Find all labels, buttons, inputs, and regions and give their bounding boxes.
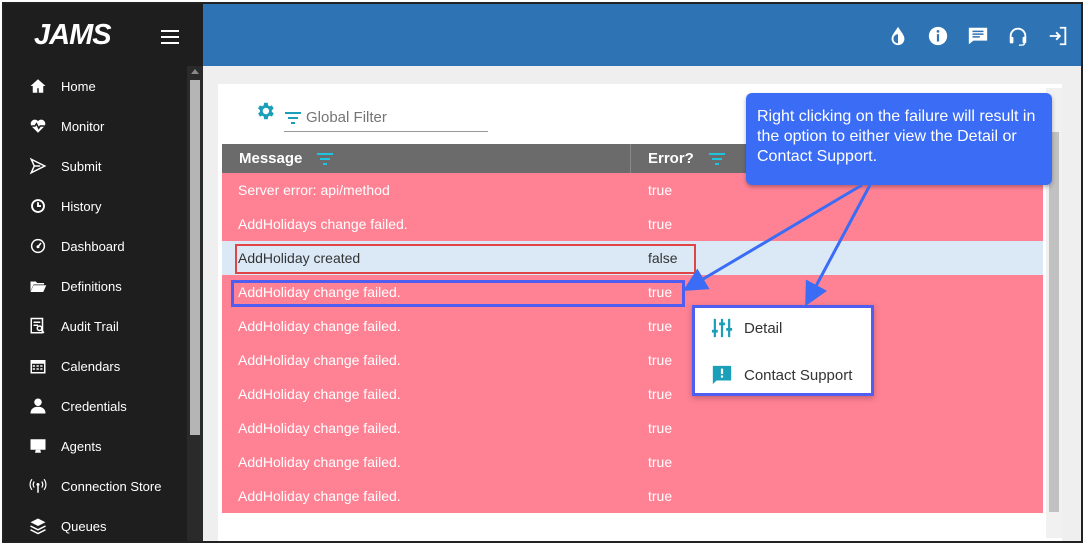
sidebar-item-audit-trail[interactable]: Audit Trail — [4, 306, 187, 346]
message-cell: AddHoliday change failed. — [238, 352, 401, 368]
info-icon[interactable] — [925, 24, 951, 48]
table-row[interactable]: AddHoliday change failed. true — [222, 445, 1043, 479]
header-icons — [885, 24, 1071, 48]
message-cell: Server error: api/method — [238, 182, 390, 198]
message-cell: AddHoliday change failed. — [238, 386, 401, 402]
monitor-icon — [28, 436, 48, 456]
menu-item-label: Detail — [744, 319, 783, 337]
gear-icon[interactable] — [254, 100, 276, 122]
sidebar: JAMS Home Monitor Submit History Dashboa… — [4, 4, 203, 541]
highlight-box-created-row — [235, 244, 696, 274]
audit-icon — [28, 316, 48, 336]
menu-item-contact-support[interactable]: Contact Support — [711, 362, 852, 388]
table-row[interactable]: AddHoliday change failed. true — [222, 309, 1043, 343]
sidebar-item-definitions[interactable]: Definitions — [4, 266, 187, 306]
sidebar-item-credentials[interactable]: Credentials — [4, 386, 187, 426]
sidebar-item-label: Audit Trail — [61, 318, 119, 334]
sliders-icon — [711, 317, 733, 339]
sidebar-item-monitor[interactable]: Monitor — [4, 106, 187, 146]
table-row[interactable]: AddHoliday change failed. true — [222, 411, 1043, 445]
column-filter-icon[interactable] — [708, 152, 726, 166]
table-row[interactable]: AddHolidays change failed. true — [222, 207, 1043, 241]
menu-item-detail[interactable]: Detail — [711, 315, 782, 341]
sidebar-item-connection-store[interactable]: Connection Store — [4, 466, 187, 506]
submit-icon — [28, 156, 48, 176]
scrollbar-thumb[interactable] — [190, 80, 200, 435]
home-icon — [28, 76, 48, 96]
dashboard-icon — [28, 236, 48, 256]
sidebar-item-home[interactable]: Home — [4, 66, 187, 106]
menu-item-label: Contact Support — [744, 366, 853, 384]
message-cell: AddHoliday change failed. — [238, 318, 401, 334]
sidebar-item-calendars[interactable]: Calendars — [4, 346, 187, 386]
sidebar-item-label: Connection Store — [61, 478, 162, 494]
callout-text: Right clicking on the failure will resul… — [757, 108, 1036, 165]
column-header-error[interactable]: Error? — [631, 144, 751, 173]
sidebar-item-dashboard[interactable]: Dashboard — [4, 226, 187, 266]
sidebar-item-label: Agents — [61, 438, 102, 454]
context-menu: Detail Contact Support — [692, 305, 874, 396]
global-filter-field — [284, 104, 488, 132]
error-cell: true — [648, 420, 673, 436]
app-logo: JAMS — [34, 18, 112, 51]
chat-icon[interactable] — [965, 24, 991, 48]
history-icon — [28, 196, 48, 216]
scroll-up-arrow-icon[interactable] — [191, 69, 199, 74]
sidebar-item-history[interactable]: History — [4, 186, 187, 226]
sidebar-item-agents[interactable]: Agents — [4, 426, 187, 466]
sidebar-item-label: Submit — [61, 158, 102, 174]
sidebar-item-label: Home — [61, 78, 96, 94]
table-row[interactable]: AddHoliday change failed. true — [222, 479, 1043, 513]
heartbeat-icon — [28, 116, 48, 136]
error-cell: true — [648, 182, 673, 198]
sidebar-item-submit[interactable]: Submit — [4, 146, 187, 186]
sidebar-item-label: Definitions — [61, 278, 122, 294]
global-filter-input[interactable] — [306, 109, 476, 126]
error-cell: true — [648, 454, 673, 470]
sidebar-item-label: History — [61, 198, 102, 214]
filter-icon — [285, 111, 301, 124]
sidebar-item-label: Queues — [61, 518, 107, 534]
scrollbar-thumb[interactable] — [1049, 132, 1059, 512]
antenna-icon — [28, 476, 48, 496]
error-cell: true — [648, 488, 673, 504]
highlight-box-failed-row — [231, 280, 685, 307]
support-chat-icon — [711, 364, 733, 386]
table-row[interactable]: AddHoliday change failed. true — [222, 343, 1043, 377]
calendar-icon — [28, 356, 48, 376]
column-filter-icon[interactable] — [316, 152, 334, 166]
sidebar-scrollbar[interactable] — [187, 66, 203, 541]
user-icon — [28, 396, 48, 416]
message-cell: AddHoliday change failed. — [238, 420, 401, 436]
layers-icon — [28, 516, 48, 536]
sidebar-item-label: Dashboard — [61, 238, 125, 254]
app-frame: JAMS Home Monitor Submit History Dashboa… — [2, 2, 1083, 543]
folder-icon — [28, 276, 48, 296]
sidebar-item-label: Credentials — [61, 398, 127, 414]
sidebar-nav: Home Monitor Submit History Dashboard De… — [4, 66, 187, 541]
filter-row — [254, 98, 494, 134]
table-row[interactable]: AddHoliday change failed. true — [222, 377, 1043, 411]
table-body: Server error: api/method true AddHolidays… — [222, 173, 1043, 513]
hamburger-menu-icon[interactable] — [161, 30, 179, 44]
column-header-message[interactable]: Message — [222, 144, 631, 173]
logout-icon[interactable] — [1045, 24, 1071, 48]
sidebar-item-label: Monitor — [61, 118, 105, 134]
message-cell: AddHolidays change failed. — [238, 216, 408, 232]
message-cell: AddHoliday change failed. — [238, 454, 401, 470]
theme-drop-icon[interactable] — [885, 24, 911, 48]
message-cell: AddHoliday change failed. — [238, 488, 401, 504]
error-cell: true — [648, 216, 673, 232]
sidebar-item-queues[interactable]: Queues — [4, 506, 187, 541]
sidebar-item-label: Calendars — [61, 358, 121, 374]
headset-icon[interactable] — [1005, 24, 1031, 48]
header-bar — [203, 4, 1081, 66]
callout-bubble: Right clicking on the failure will resul… — [746, 93, 1052, 185]
